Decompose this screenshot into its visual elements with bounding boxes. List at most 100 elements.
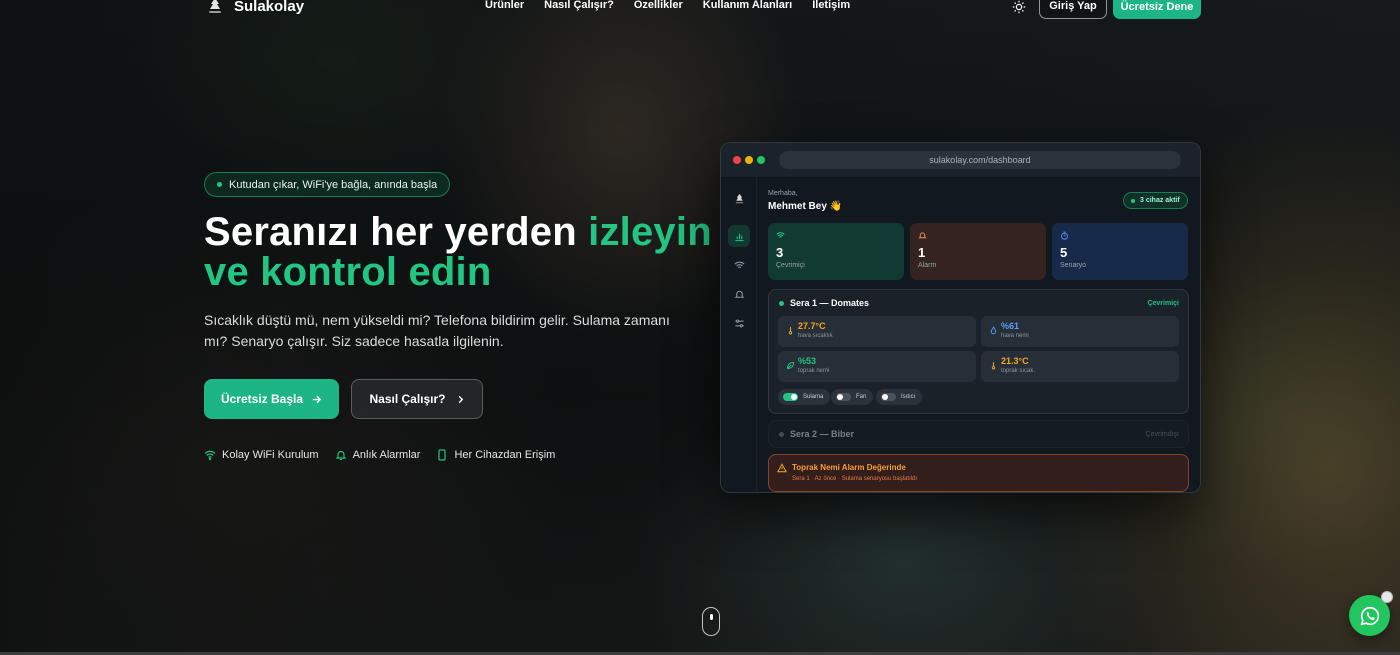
timer-icon — [1061, 231, 1068, 240]
chevron-right-icon — [458, 395, 463, 403]
sun-icon[interactable] — [1012, 0, 1026, 14]
online-dot — [779, 300, 784, 306]
sensor-air-humidity: %61 hava nemi — [981, 316, 1179, 347]
sensor-label: toprak sıcak. — [1001, 368, 1036, 374]
sensor-value: %53 — [798, 356, 817, 366]
nav-link-kullanim-alanlari[interactable]: Kullanım Alanları — [703, 0, 792, 11]
start-free-label: Ücretsiz Başla — [220, 392, 304, 406]
wifi-icon — [776, 232, 785, 238]
stat-label: Çevrimiçi — [776, 262, 805, 269]
bell-icon — [335, 450, 347, 461]
toggle-switch-off[interactable] — [881, 393, 896, 401]
greenhouse-title: Sera 2 — Biber — [779, 429, 854, 439]
stat-value: 5 — [1060, 245, 1068, 260]
nav-link-iletisim[interactable]: İletişim — [812, 0, 850, 11]
warning-icon — [777, 463, 787, 473]
status-dot — [1131, 198, 1135, 203]
greenhouse-card-1[interactable]: Sera 1 — Domates Çevrimiçi 27.7°C hava s… — [768, 289, 1189, 414]
notification-dot — [1381, 591, 1393, 603]
close-dot-icon — [733, 156, 741, 164]
feature-item: Anlık Alarmlar — [335, 449, 420, 461]
feature-label: Her Cihazdan Erişim — [454, 449, 556, 461]
sensor-value: 21.3°C — [1001, 356, 1029, 366]
nav-link-urunler[interactable]: Ürünler — [485, 0, 524, 11]
greenhouse-card-2[interactable]: Sera 2 — Biber Çevrimdışı — [768, 420, 1189, 448]
nav-links: Ürünler Nasıl Çalışır? Özellikler Kullan… — [485, 0, 850, 11]
toggle-label: Sulama — [803, 394, 824, 400]
greeting: Merhaba, — [768, 190, 798, 197]
toggle-switch-off[interactable] — [836, 393, 851, 401]
wave-emoji: 👋 — [829, 201, 843, 212]
droplet-icon — [990, 326, 997, 335]
stat-alarm-card: 1 Alarm — [910, 223, 1046, 280]
feature-item: Kolay WiFi Kurulum — [204, 449, 319, 461]
wifi-icon — [728, 254, 750, 276]
chart-icon — [728, 225, 750, 247]
nav-link-ozellikler[interactable]: Özellikler — [634, 0, 683, 11]
toggle-heater[interactable]: Isıtıcı — [876, 389, 923, 405]
feature-item: Her Cihazdan Erişim — [436, 449, 555, 461]
hero-badge: Kutudan çıkar, WiFi'ye bağla, anında baş… — [204, 172, 451, 197]
user-name: Mehmet Bey 👋 — [768, 201, 842, 212]
offline-dot — [779, 431, 784, 437]
bell-icon — [728, 283, 750, 305]
brand-logo-icon — [204, 0, 226, 17]
sliders-icon — [728, 312, 750, 334]
active-devices-label: 3 cihaz aktif — [1140, 197, 1180, 204]
feature-list: Kolay WiFi Kurulum Anlık Alarmlar Her Ci… — [204, 449, 555, 461]
wifi-icon — [204, 450, 216, 461]
dashboard-preview: sulakolay.com/dashboard Merhaba, Mehmet … — [720, 142, 1201, 493]
badge-dot — [217, 182, 222, 187]
hero-title: Seranızı her yerden izleyin ve kontrol e… — [204, 212, 712, 292]
greenhouse-status: Çevrimiçi — [1147, 300, 1179, 307]
alarm-notification[interactable]: Toprak Nemi Alarm Değerinde Sera 1 · Az … — [768, 454, 1189, 492]
brand-name: Sulakolay — [234, 0, 305, 15]
scroll-down-indicator[interactable] — [702, 607, 720, 636]
leaf-icon — [787, 362, 794, 369]
toggle-switch-on[interactable] — [783, 393, 798, 401]
stat-value: 1 — [918, 245, 926, 260]
active-devices-badge: 3 cihaz aktif — [1123, 192, 1188, 209]
address-bar: sulakolay.com/dashboard — [779, 151, 1181, 169]
logo-icon — [728, 187, 750, 209]
hero-subtitle: Sıcaklık düştü mü, nem yükseldi mi? Tele… — [204, 312, 670, 349]
user-name-text: Mehmet Bey — [768, 201, 827, 212]
stat-value: 3 — [776, 245, 784, 260]
greenhouse-status: Çevrimdışı — [1145, 431, 1179, 438]
top-navbar: Sulakolay Ürünler Nasıl Çalışır? Özellik… — [0, 0, 1400, 20]
whatsapp-icon — [1360, 606, 1379, 625]
thermometer-icon — [991, 362, 996, 370]
hero-title-accent-2: ve kontrol edin — [204, 250, 492, 294]
how-it-works-button[interactable]: Nasıl Çalışır? — [351, 379, 483, 419]
sensor-soil-moisture: %53 toprak nemi — [778, 351, 976, 382]
hero-title-accent-1: izleyin — [588, 210, 712, 254]
dashboard-sidebar — [721, 177, 757, 492]
sensor-soil-temp: 21.3°C toprak sıcak. — [981, 351, 1179, 382]
sensor-value: 27.7°C — [798, 321, 826, 331]
bell-icon — [918, 232, 927, 239]
toggle-label: Fan — [856, 394, 867, 400]
sensor-value: %61 — [1001, 321, 1020, 331]
arrow-right-icon — [312, 395, 322, 403]
toggle-irrigation[interactable]: Sulama — [778, 389, 831, 405]
maximize-dot-icon — [757, 156, 765, 164]
sensor-label: hava nemi — [1001, 333, 1029, 339]
sensor-label: toprak nemi — [798, 368, 830, 374]
browser-bar: sulakolay.com/dashboard — [721, 143, 1200, 177]
start-free-button[interactable]: Ücretsiz Başla — [204, 379, 339, 419]
stat-scenario-card: 5 Senaryo — [1052, 223, 1188, 280]
stat-online-card: 3 Çevrimiçi — [768, 223, 904, 280]
greenhouse-title: Sera 1 — Domates — [779, 298, 869, 308]
free-trial-button[interactable]: Ücretsiz Dene — [1113, 0, 1201, 19]
thermometer-icon — [788, 327, 793, 335]
brand[interactable]: Sulakolay — [204, 0, 304, 17]
how-it-works-label: Nasıl Çalışır? — [369, 392, 446, 406]
hero-title-line1: Seranızı her yerden — [204, 210, 589, 254]
phone-icon — [438, 449, 447, 461]
nav-link-nasil-calisir[interactable]: Nasıl Çalışır? — [544, 0, 614, 11]
login-button[interactable]: Giriş Yap — [1039, 0, 1107, 19]
toggle-fan[interactable]: Fan — [831, 389, 874, 405]
feature-label: Kolay WiFi Kurulum — [222, 449, 319, 461]
minimize-dot-icon — [745, 156, 753, 164]
greenhouse-name: Sera 1 — Domates — [790, 298, 870, 308]
